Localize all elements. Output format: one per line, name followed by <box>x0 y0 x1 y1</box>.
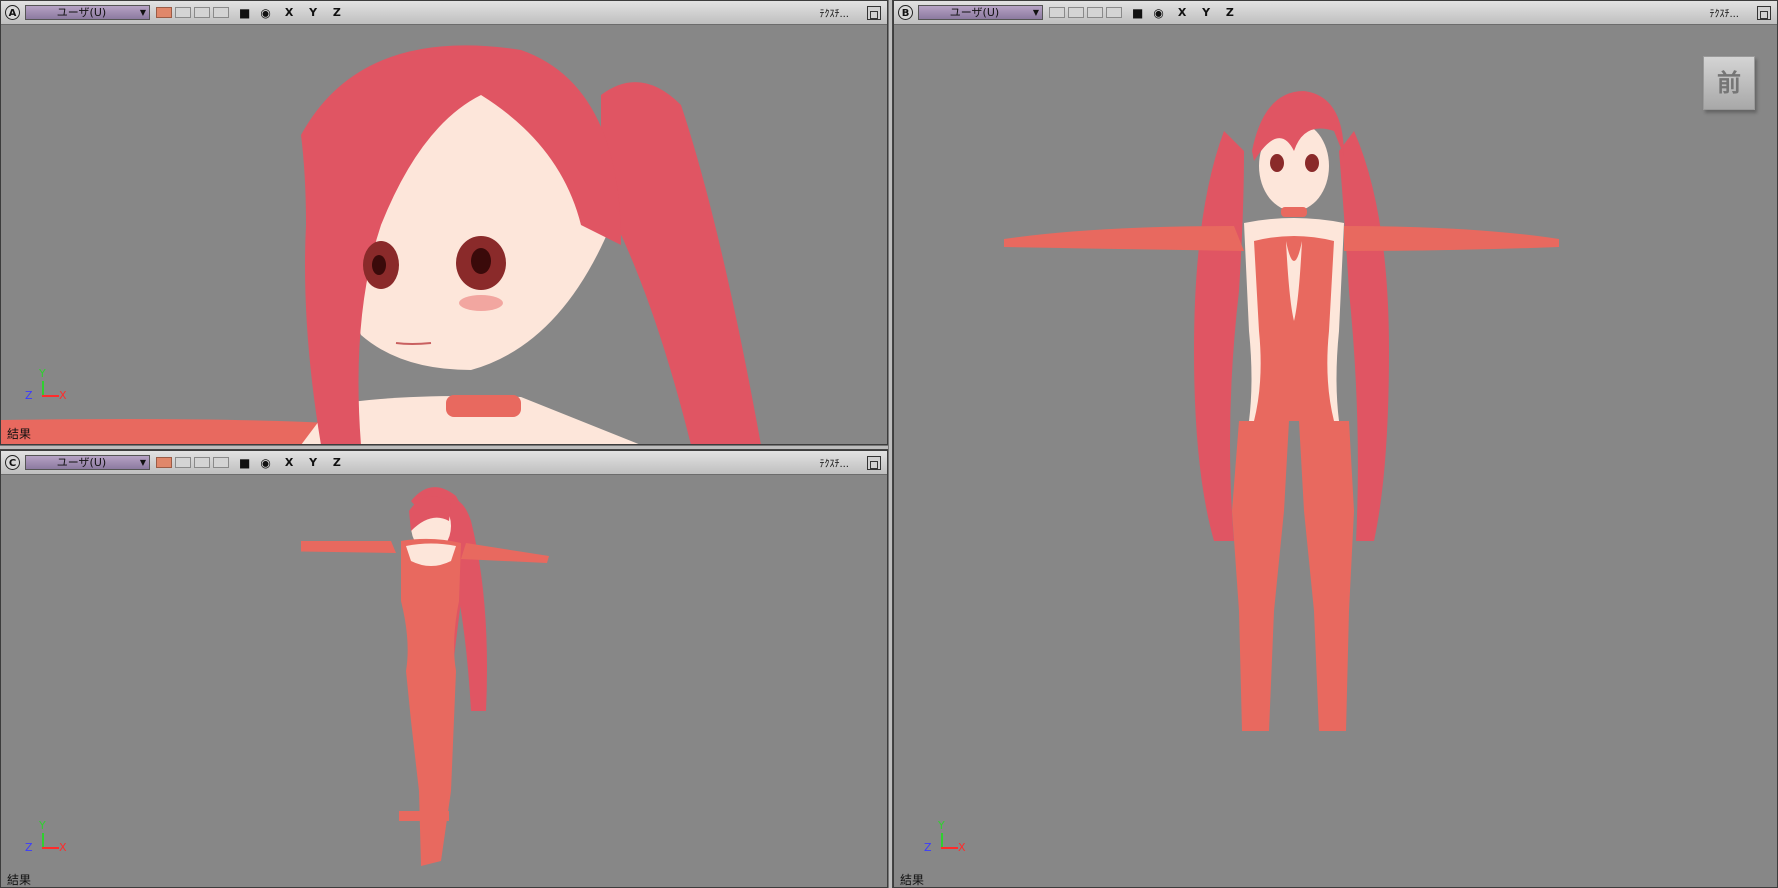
axis-y-line <box>42 381 44 396</box>
viewport-toolbar: A ユーザ(U) ▼ ■ ◉ X Y Z ﾃｸｽﾁ... <box>1 1 887 25</box>
maximize-icon[interactable] <box>867 5 881 20</box>
result-label: 結果 <box>900 873 925 887</box>
model-front-view-render <box>1004 91 1559 731</box>
display-mode-button[interactable] <box>175 457 191 468</box>
axis-y-line <box>941 833 943 848</box>
axis-z-label: Z <box>25 389 33 402</box>
view-mode-label: ユーザ(U) <box>56 456 107 469</box>
display-mode-button[interactable] <box>1049 7 1065 18</box>
eye-icon[interactable]: ◉ <box>260 7 270 19</box>
maximize-icon[interactable] <box>1757 5 1771 20</box>
eye-icon[interactable]: ◉ <box>260 457 270 469</box>
viewport-letter[interactable]: C <box>5 455 20 470</box>
viewport-letter[interactable]: B <box>898 5 913 20</box>
result-label: 結果 <box>7 427 32 441</box>
viewport-b[interactable]: B ユーザ(U) ▼ ■ ◉ X Y Z ﾃｸｽﾁ... 前 Y Z X 結果 <box>893 0 1778 888</box>
model-full-body-render <box>301 487 549 866</box>
dropdown-arrow-icon: ▼ <box>1032 8 1040 17</box>
dropdown-arrow-icon: ▼ <box>139 8 147 17</box>
axis-x-label: X <box>59 389 67 402</box>
dropdown-arrow-icon: ▼ <box>139 458 147 467</box>
viewport-letter[interactable]: A <box>5 5 20 20</box>
axis-y-label: Y <box>938 819 945 832</box>
axis-y-line <box>42 833 44 848</box>
display-mode-button[interactable] <box>194 7 210 18</box>
axis-y-label: Y <box>39 819 46 832</box>
display-mode-button[interactable] <box>156 457 172 468</box>
axis-toggle[interactable]: X Y Z <box>285 456 347 469</box>
texture-menu[interactable]: ﾃｸｽﾁ... <box>819 455 849 470</box>
eye-icon[interactable]: ◉ <box>1153 7 1163 19</box>
display-mode-button[interactable] <box>213 7 229 18</box>
axis-x-label: X <box>59 841 67 854</box>
display-mode-button[interactable] <box>156 7 172 18</box>
camera-icon[interactable]: ■ <box>1132 7 1143 19</box>
texture-menu[interactable]: ﾃｸｽﾁ... <box>819 5 849 20</box>
display-mode-button[interactable] <box>213 457 229 468</box>
view-mode-select[interactable]: ユーザ(U) ▼ <box>25 455 150 470</box>
texture-menu[interactable]: ﾃｸｽﾁ... <box>1709 5 1739 20</box>
axis-x-line <box>42 847 59 849</box>
display-mode-button[interactable] <box>175 7 191 18</box>
axis-gizmo: Y Z X <box>25 367 75 407</box>
axis-toggle[interactable]: X Y Z <box>285 6 347 19</box>
viewport-c[interactable]: C ユーザ(U) ▼ ■ ◉ X Y Z ﾃｸｽﾁ... Y Z X 結果 <box>0 450 888 888</box>
camera-icon[interactable]: ■ <box>239 7 250 19</box>
viewport-a[interactable]: A ユーザ(U) ▼ ■ ◉ X Y Z ﾃｸｽﾁ... Y Z X 結果 <box>0 0 888 445</box>
axis-toggle[interactable]: X Y Z <box>1178 6 1240 19</box>
axis-gizmo: Y Z X <box>924 819 974 859</box>
axis-y-label: Y <box>39 367 46 380</box>
axis-gizmo: Y Z X <box>25 819 75 859</box>
display-mode-button[interactable] <box>1068 7 1084 18</box>
axis-z-label: Z <box>924 841 932 854</box>
view-mode-label: ユーザ(U) <box>56 6 107 19</box>
model-closeup-render <box>1 45 761 444</box>
view-mode-select[interactable]: ユーザ(U) ▼ <box>918 5 1043 20</box>
viewport-toolbar: B ユーザ(U) ▼ ■ ◉ X Y Z ﾃｸｽﾁ... <box>894 1 1777 25</box>
display-mode-button[interactable] <box>1106 7 1122 18</box>
axis-x-line <box>42 395 59 397</box>
display-mode-button[interactable] <box>1087 7 1103 18</box>
axis-x-line <box>941 847 958 849</box>
view-mode-label: ユーザ(U) <box>949 6 1000 19</box>
view-mode-select[interactable]: ユーザ(U) ▼ <box>25 5 150 20</box>
display-mode-button[interactable] <box>194 457 210 468</box>
maximize-icon[interactable] <box>867 455 881 470</box>
result-label: 結果 <box>7 873 32 887</box>
axis-x-label: X <box>958 841 966 854</box>
axis-z-label: Z <box>25 841 33 854</box>
viewport-toolbar: C ユーザ(U) ▼ ■ ◉ X Y Z ﾃｸｽﾁ... <box>1 451 887 475</box>
camera-icon[interactable]: ■ <box>239 457 250 469</box>
